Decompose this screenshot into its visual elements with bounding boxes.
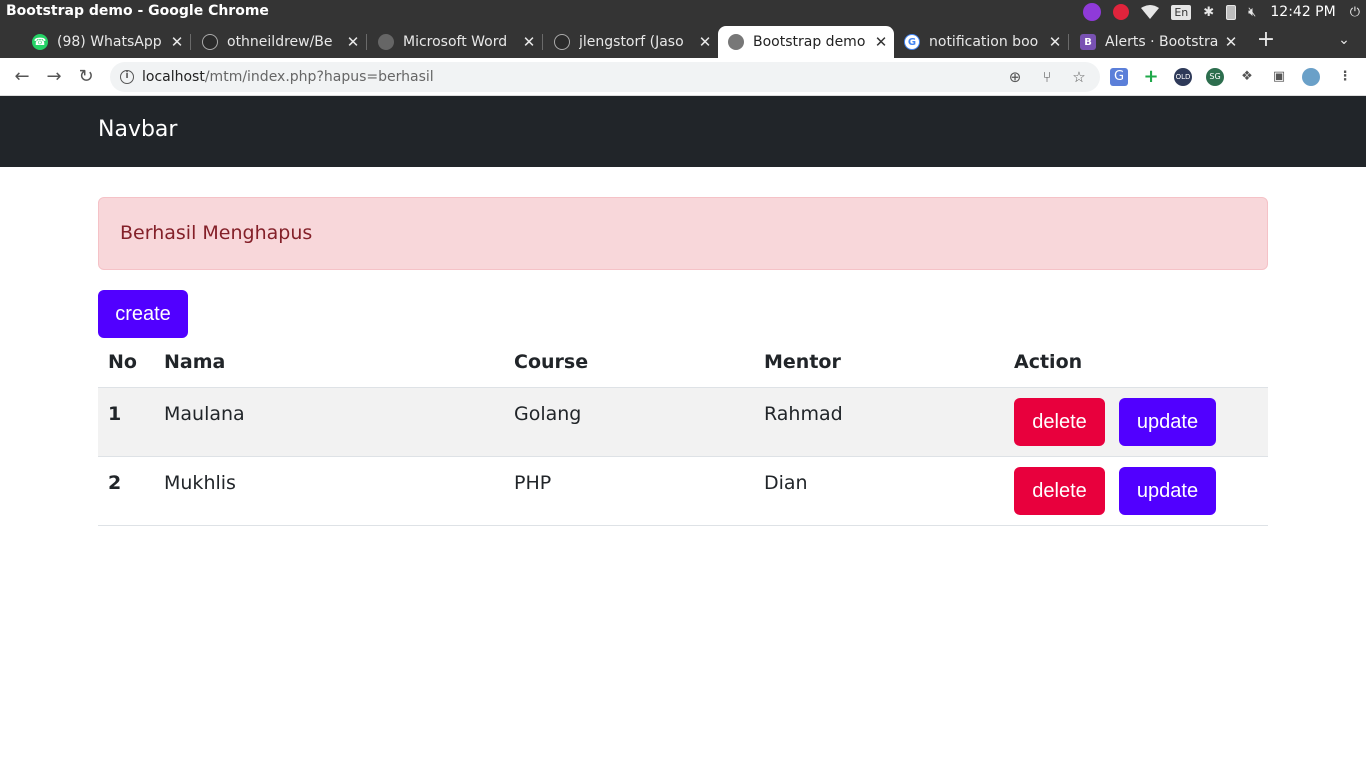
translate-extension-icon[interactable]: G xyxy=(1110,68,1128,86)
close-icon[interactable]: ✕ xyxy=(520,33,538,51)
tab-github-othneildrew[interactable]: othneildrew/Be ✕ xyxy=(192,26,366,58)
tab-notification-bootstrap[interactable]: G notification boo ✕ xyxy=(894,26,1068,58)
column-header-action: Action xyxy=(1014,351,1083,373)
close-icon[interactable]: ✕ xyxy=(696,33,714,51)
tab-title: (98) WhatsApp xyxy=(57,34,162,50)
cell-no: 2 xyxy=(108,472,122,494)
tab-title: Alerts · Bootstra xyxy=(1105,34,1219,50)
avatar[interactable] xyxy=(1302,68,1320,86)
tab-bootstrap-alerts[interactable]: B Alerts · Bootstra ✕ xyxy=(1070,26,1244,58)
tab-github-jlengstorf[interactable]: jlengstorf (Jaso ✕ xyxy=(544,26,718,58)
forward-arrow-icon[interactable]: → xyxy=(42,65,66,89)
address-bar[interactable]: i localhost/mtm/index.php?hapus=berhasil… xyxy=(110,62,1100,92)
side-panel-icon[interactable]: ▣ xyxy=(1270,68,1288,86)
puzzle-extensions-icon[interactable]: ❖ xyxy=(1238,68,1256,86)
site-info-icon[interactable]: i xyxy=(120,70,134,84)
chevron-down-icon[interactable]: ⌄ xyxy=(1334,28,1354,52)
system-tray: En ✱ 🔇︎ 12:42 PM ⏻ xyxy=(1077,0,1366,24)
old-reddit-extension-icon[interactable]: OLD xyxy=(1174,68,1192,86)
alert-danger: Berhasil Menghapus xyxy=(98,197,1268,270)
bluetooth-icon[interactable]: ✱ xyxy=(1203,0,1214,24)
back-arrow-icon[interactable]: ← xyxy=(10,65,34,89)
firefox-icon[interactable] xyxy=(1083,0,1102,24)
battery-icon[interactable] xyxy=(1226,0,1237,24)
cell-mentor: Rahmad xyxy=(764,403,843,425)
alert-message: Berhasil Menghapus xyxy=(120,222,313,244)
tab-title: Bootstrap demo xyxy=(753,34,866,50)
vpn-extension-icon[interactable]: SG xyxy=(1206,68,1224,86)
cell-no: 1 xyxy=(108,403,122,425)
column-header-no: No xyxy=(108,351,137,373)
wifi-icon[interactable] xyxy=(1141,0,1160,24)
os-top-bar: Bootstrap demo - Google Chrome En ✱ 🔇︎ 1… xyxy=(0,0,1366,24)
tab-title: notification boo xyxy=(929,34,1039,50)
kebab-menu-icon[interactable]: ⋮ xyxy=(1336,68,1354,86)
cell-course: PHP xyxy=(514,472,552,494)
tab-bootstrap-demo[interactable]: Bootstrap demo ✕ xyxy=(718,26,894,58)
cell-nama: Maulana xyxy=(164,403,245,425)
cell-mentor: Dian xyxy=(764,472,808,494)
power-icon[interactable]: ⏻ xyxy=(1350,0,1360,24)
google-icon: G xyxy=(904,34,920,50)
delete-button[interactable]: delete xyxy=(1014,398,1105,446)
github-icon xyxy=(202,34,218,50)
cell-nama: Mukhlis xyxy=(164,472,236,494)
column-header-course: Course xyxy=(514,351,589,373)
update-button[interactable]: update xyxy=(1119,398,1216,446)
tab-microsoft-word[interactable]: Microsoft Word ✕ xyxy=(368,26,542,58)
close-icon[interactable]: ✕ xyxy=(168,33,186,51)
volume-muted-icon[interactable]: 🔇︎ xyxy=(1248,0,1256,24)
url-text[interactable]: localhost/mtm/index.php?hapus=berhasil xyxy=(142,69,434,85)
bootstrap-icon: B xyxy=(1080,34,1096,50)
tab-title: Microsoft Word xyxy=(403,34,508,50)
window-title: Bootstrap demo - Google Chrome xyxy=(6,3,269,19)
column-header-nama: Nama xyxy=(164,351,226,373)
close-icon[interactable]: ✕ xyxy=(1046,33,1064,51)
stop-icon[interactable] xyxy=(1113,0,1130,24)
github-icon xyxy=(554,34,570,50)
tab-separator xyxy=(190,34,191,50)
create-button[interactable]: create xyxy=(98,290,188,338)
tab-separator xyxy=(366,34,367,50)
update-button[interactable]: update xyxy=(1119,467,1216,515)
navbar: Navbar xyxy=(0,96,1366,167)
whatsapp-icon: ☎ xyxy=(32,34,48,50)
tab-title: jlengstorf (Jaso xyxy=(579,34,684,50)
browser-toolbar: ← → ↻ i localhost/mtm/index.php?hapus=be… xyxy=(0,58,1366,96)
table-row: 2 Mukhlis PHP Dian delete update xyxy=(98,457,1268,526)
clock[interactable]: 12:42 PM xyxy=(1270,4,1335,20)
tab-title: othneildrew/Be xyxy=(227,34,333,50)
table-row: 1 Maulana Golang Rahmad delete update xyxy=(98,388,1268,457)
globe-icon xyxy=(378,34,394,50)
page-content: Navbar Berhasil Menghapus create No Nama… xyxy=(0,96,1366,768)
share-icon[interactable]: ⑂ xyxy=(1038,68,1056,86)
new-tab-icon[interactable]: + xyxy=(1254,28,1278,52)
close-icon[interactable]: ✕ xyxy=(1222,33,1240,51)
reload-icon[interactable]: ↻ xyxy=(74,65,98,89)
column-header-mentor: Mentor xyxy=(764,351,841,373)
delete-button[interactable]: delete xyxy=(1014,467,1105,515)
plus-extension-icon[interactable]: + xyxy=(1142,68,1160,86)
tab-whatsapp[interactable]: ☎ (98) WhatsApp ✕ xyxy=(22,26,190,58)
url-host: localhost xyxy=(142,69,205,85)
cell-course: Golang xyxy=(514,403,582,425)
globe-icon xyxy=(728,34,744,50)
zoom-icon[interactable]: ⊕ xyxy=(1006,68,1024,86)
tab-separator xyxy=(1068,34,1069,50)
language-indicator[interactable]: En xyxy=(1171,0,1192,24)
bookmark-star-icon[interactable]: ☆ xyxy=(1070,68,1088,86)
tab-strip: ☎ (98) WhatsApp ✕ othneildrew/Be ✕ Micro… xyxy=(0,24,1366,58)
navbar-brand[interactable]: Navbar xyxy=(98,117,177,142)
close-icon[interactable]: ✕ xyxy=(872,33,890,51)
url-path: /mtm/index.php?hapus=berhasil xyxy=(204,69,434,85)
close-icon[interactable]: ✕ xyxy=(344,33,362,51)
tab-separator xyxy=(542,34,543,50)
language-label: En xyxy=(1171,4,1192,20)
